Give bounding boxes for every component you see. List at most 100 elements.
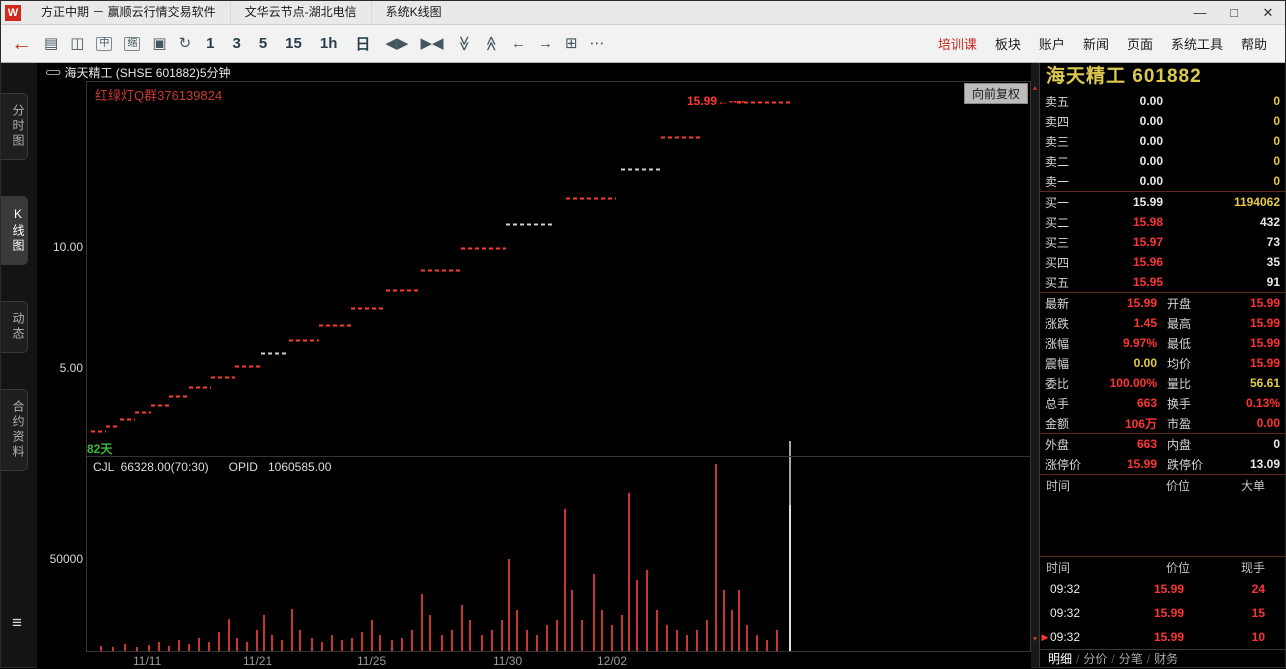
tick-row: 09:32 15.99 15: [1040, 601, 1285, 625]
menu-item-training[interactable]: 培训课: [938, 34, 977, 53]
minimize-button[interactable]: —: [1183, 1, 1217, 24]
left-sidebar: 分时图 K线图 动态 合约资料 ≡: [1, 63, 37, 667]
chevron-up-icon[interactable]: ≪: [484, 36, 499, 52]
tick-volume: 10: [1184, 630, 1265, 644]
toolbar: ← ▤ ◫ 中 缩 ▣ ↻ 1 3 5 15 1h 日 ◀▶ ▶◀ ≫ ≪ ← …: [1, 25, 1285, 63]
save-icon[interactable]: ▣: [152, 36, 166, 51]
back-icon[interactable]: ←: [11, 33, 32, 54]
price-tick-5: 5.00: [37, 361, 83, 375]
menu-item-news[interactable]: 新闻: [1083, 34, 1109, 53]
chevrons-down-icon[interactable]: ≫: [456, 36, 471, 52]
sidebar-tab-contract-info[interactable]: 合约资料: [1, 389, 28, 471]
header-price: 价位: [1112, 559, 1190, 576]
tab-detail[interactable]: 明细: [1048, 650, 1072, 667]
stat-label: 涨跌: [1045, 315, 1093, 332]
title-bar: W 方正中期 － 赢顺云行情交易软件 文华云节点-湖北电信 系统K线图 — □ …: [1, 1, 1285, 25]
close-button[interactable]: ✕: [1251, 1, 1285, 24]
stat-value: 1.45: [1093, 316, 1157, 330]
bid4-label: 买四: [1045, 254, 1087, 271]
header-big-order: 大单: [1190, 477, 1265, 494]
kline-window-tab[interactable]: 系统K线图: [371, 1, 456, 25]
ask2-qty: 0: [1163, 154, 1280, 168]
menu-item-sectors[interactable]: 板块: [995, 34, 1021, 53]
stat-label: 涨停价: [1045, 456, 1093, 473]
period-button-15min[interactable]: 15: [282, 35, 305, 52]
stat-label: 金额: [1045, 415, 1093, 432]
sidebar-tab-timeline[interactable]: 分时图: [1, 93, 28, 160]
ask2-label: 卖二: [1045, 153, 1087, 170]
scroll-right-icon[interactable]: →: [538, 36, 553, 51]
sidebar-tab-kline[interactable]: K线图: [1, 196, 28, 265]
tab-separator: /: [1147, 652, 1150, 666]
menu-item-system-tools[interactable]: 系统工具: [1171, 34, 1223, 53]
stat-value: 0.00: [1213, 416, 1280, 430]
chart-canvas[interactable]: [37, 63, 1031, 669]
bid5-price: 15.95: [1087, 275, 1163, 289]
period-button-day[interactable]: 日: [352, 33, 373, 54]
stat-label: 最低: [1167, 335, 1213, 352]
tick-time: 09:32: [1050, 582, 1106, 596]
period-button-1h[interactable]: 1h: [317, 35, 341, 52]
quote-panel: 海天精工 601882 卖五 0.00 0 卖四 0.00 0 卖三 0.00 …: [1039, 63, 1285, 667]
period-button-3min[interactable]: 3: [229, 35, 243, 52]
bid2-label: 买二: [1045, 214, 1087, 231]
quote-panel-tabs: 明细 / 分价 / 分笔 / 财务: [1040, 649, 1285, 667]
stat-value: 15.99: [1093, 457, 1157, 471]
bid3-price: 15.97: [1087, 235, 1163, 249]
header-price: 价位: [1112, 477, 1190, 494]
sidebar-tab-dynamic[interactable]: 动态: [1, 301, 28, 353]
period-button-1min[interactable]: 1: [203, 35, 217, 52]
ask1-qty: 0: [1163, 174, 1280, 188]
menu-item-help[interactable]: 帮助: [1241, 34, 1267, 53]
refresh-icon[interactable]: ↻: [179, 36, 192, 51]
toolbar-menu: 培训课 板块 账户 新闻 页面 系统工具 帮助: [938, 34, 1275, 53]
more-icon[interactable]: ⋯: [590, 36, 605, 51]
tab-tick[interactable]: 分笔: [1119, 650, 1143, 667]
scroll-up-icon[interactable]: ▲: [1031, 85, 1039, 92]
ask1-price: 0.00: [1087, 174, 1163, 188]
shrink-icon[interactable]: 缩: [124, 37, 140, 51]
stat-label: 外盘: [1045, 436, 1093, 453]
stat-value: 100.00%: [1093, 376, 1157, 390]
app-title-tab[interactable]: 方正中期 － 赢顺云行情交易软件: [27, 1, 230, 25]
ask3-price: 0.00: [1087, 134, 1163, 148]
menu-item-pages[interactable]: 页面: [1127, 34, 1153, 53]
big-order-header: 时间 价位 大单: [1040, 475, 1285, 495]
stat-value: 15.99: [1093, 296, 1157, 310]
x-tick-label: 11/30: [493, 654, 522, 668]
ask1-label: 卖一: [1045, 173, 1087, 190]
menu-item-account[interactable]: 账户: [1039, 34, 1065, 53]
stat-value: 13.09: [1213, 457, 1280, 471]
chart-scrollbar[interactable]: ▲ ▼: [1031, 63, 1039, 667]
tick-time: 09:32: [1050, 606, 1106, 620]
layout-icon[interactable]: ▤: [44, 36, 58, 51]
center-icon[interactable]: 中: [96, 37, 112, 51]
bid-row: 买四 15.96 35: [1040, 252, 1285, 272]
stat-value: 0.13%: [1213, 396, 1280, 410]
tab-finance[interactable]: 财务: [1154, 650, 1178, 667]
bid4-qty: 35: [1163, 255, 1280, 269]
chart-mode-icon[interactable]: ◫: [70, 36, 84, 51]
hamburger-menu-icon[interactable]: ≡: [12, 613, 22, 633]
scroll-left-icon[interactable]: ←: [511, 36, 526, 51]
stat-label: 开盘: [1167, 295, 1213, 312]
zoom-out-icon[interactable]: ◀▶: [385, 36, 408, 51]
bid3-label: 买三: [1045, 234, 1087, 251]
stat-row: 最新 15.99 开盘 15.99: [1040, 293, 1285, 313]
ask3-label: 卖三: [1045, 133, 1087, 150]
x-tick-label: 11/11: [133, 654, 161, 668]
tick-volume: 15: [1184, 606, 1265, 620]
x-axis: 11/11 11/21 11/25 11/30 12/02: [37, 652, 1031, 669]
maximize-button[interactable]: □: [1217, 1, 1251, 24]
stat-label: 均价: [1167, 355, 1213, 372]
bid-row: 买五 15.95 91: [1040, 272, 1285, 292]
scroll-down-icon[interactable]: ▼: [1031, 636, 1039, 643]
tab-price-dist[interactable]: 分价: [1083, 650, 1107, 667]
zoom-in-icon[interactable]: ▶◀: [420, 36, 443, 51]
stat-label: 量比: [1167, 375, 1213, 392]
node-tab[interactable]: 文华云节点-湖北电信: [230, 1, 371, 25]
grid-icon[interactable]: ⊞: [565, 36, 578, 51]
period-button-5min[interactable]: 5: [256, 35, 270, 52]
forward-adjust-button[interactable]: 向前复权: [964, 83, 1028, 104]
stat-value: 106万: [1093, 415, 1157, 432]
